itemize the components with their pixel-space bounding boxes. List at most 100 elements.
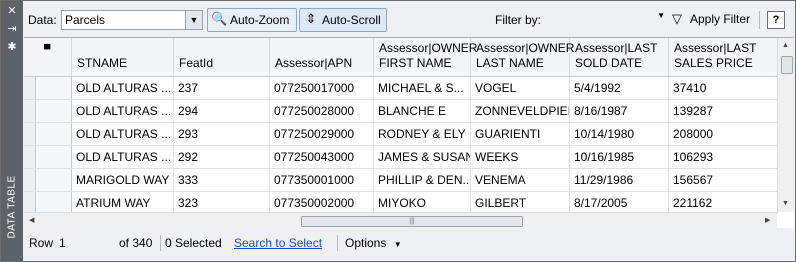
cell-last-sold-date[interactable]: 5/4/1992	[570, 77, 669, 99]
cell-owner-first-name[interactable]: RODNEY & ELY	[374, 123, 471, 145]
chevron-down-icon: ▼	[393, 240, 402, 249]
cell-last-sales-price[interactable]: 106293	[669, 146, 778, 168]
funnel-icon: ▽	[672, 11, 682, 26]
cell-stname[interactable]: MARIGOLD WAY	[72, 169, 174, 191]
cell-featid[interactable]: 293	[174, 123, 270, 145]
cell-owner-last-name[interactable]: VOGEL	[471, 77, 570, 99]
table-row[interactable]: OLD ALTURAS ... 293 077250029000 RODNEY …	[24, 123, 778, 146]
cell-owner-last-name[interactable]: WEEKS	[471, 146, 570, 168]
cell-apn[interactable]: 077350002000	[270, 192, 374, 214]
row-header[interactable]	[24, 100, 36, 122]
row-number-input[interactable]: 1	[57, 234, 109, 250]
column-header-last-sold-date[interactable]: Assessor|LAST SOLD DATE	[570, 38, 669, 76]
cell-last-sold-date[interactable]: 8/16/1987	[570, 100, 669, 122]
row-header[interactable]	[24, 146, 36, 168]
vertical-scroll-thumb[interactable]	[781, 56, 793, 74]
cell-featid[interactable]: 292	[174, 146, 270, 168]
cell-last-sales-price[interactable]: 156567	[669, 169, 778, 191]
filter-dropdown[interactable]: ▼	[569, 11, 665, 27]
vertical-scrollbar[interactable]: ▲ ▼	[777, 38, 795, 212]
horizontal-scroll-thumb[interactable]: |||	[301, 216, 523, 227]
cell-owner-last-name[interactable]: VENEMA	[471, 169, 570, 191]
status-divider	[160, 235, 161, 251]
cell-owner-last-name[interactable]: GILBERT	[471, 192, 570, 214]
cell-stname[interactable]: OLD ALTURAS ...	[72, 146, 174, 168]
search-to-select-link[interactable]: Search to Select	[234, 236, 322, 250]
cell-stname[interactable]: OLD ALTURAS ...	[72, 100, 174, 122]
status-divider	[337, 235, 338, 251]
table-row[interactable]: OLD ALTURAS ... 292 077250043000 JAMES &…	[24, 146, 778, 169]
cell-last-sold-date[interactable]: 10/14/1980	[570, 123, 669, 145]
column-header-owner-first-name[interactable]: Assessor|OWNER FIRST NAME	[374, 38, 477, 76]
status-bar: Row 1 of 340 0 Selected Search to Select…	[24, 230, 794, 256]
auto-scroll-button[interactable]: ⇕ Auto-Scroll	[299, 8, 387, 32]
data-table-window: ✕ ⇥ ✱ DATA TABLE Data: Parcels ▼ 🔍 Auto-…	[0, 0, 796, 262]
auto-hide-icon[interactable]: ⇥	[6, 23, 18, 35]
row-header[interactable]	[24, 123, 36, 145]
row-header[interactable]	[24, 77, 36, 99]
magnifier-icon: 🔍	[211, 11, 228, 26]
cell-last-sales-price[interactable]: 139287	[669, 100, 778, 122]
toolbar: Data: Parcels ▼ 🔍 Auto-Zoom ⇕ Auto-Scrol…	[24, 5, 794, 33]
cell-owner-last-name[interactable]: ZONNEVELDPIEK	[471, 100, 570, 122]
cell-last-sold-date[interactable]: 10/16/1985	[570, 146, 669, 168]
palette-title: DATA TABLE	[6, 175, 18, 239]
column-header-owner-last-name[interactable]: Assessor|OWNER LAST NAME	[471, 38, 574, 76]
sort-icon: ▀	[44, 44, 51, 54]
cell-last-sold-date[interactable]: 11/29/1986	[570, 169, 669, 191]
cell-featid[interactable]: 237	[174, 77, 270, 99]
help-button[interactable]: ?	[767, 11, 785, 29]
scroll-down-icon[interactable]: ▼	[782, 200, 789, 207]
cell-stname[interactable]: OLD ALTURAS ...	[72, 77, 174, 99]
cell-owner-first-name[interactable]: MIYOKO	[374, 192, 471, 214]
cell-apn[interactable]: 077250017000	[270, 77, 374, 99]
cell-featid[interactable]: 294	[174, 100, 270, 122]
cell-last-sales-price[interactable]: 37410	[669, 77, 778, 99]
data-source-dropdown[interactable]: Parcels ▼	[61, 10, 203, 30]
select-all-corner[interactable]: ▀	[24, 38, 72, 76]
scroll-icon: ⇕	[305, 11, 317, 26]
row-label: Row	[29, 236, 54, 250]
table-row[interactable]: OLD ALTURAS ... 294 077250028000 BLANCHE…	[24, 100, 778, 123]
cell-last-sales-price[interactable]: 221162	[669, 192, 778, 214]
cell-owner-first-name[interactable]: BLANCHE E	[374, 100, 471, 122]
column-header-stname[interactable]: STNAME	[72, 38, 174, 76]
horizontal-scrollbar[interactable]: ◀ ||| ▶	[24, 212, 777, 229]
row-header[interactable]	[24, 192, 36, 214]
cell-owner-first-name[interactable]: JAMES & SUSAN	[374, 146, 471, 168]
auto-zoom-button[interactable]: 🔍 Auto-Zoom	[207, 8, 297, 32]
row-header[interactable]	[24, 169, 36, 191]
cell-last-sales-price[interactable]: 208000	[669, 123, 778, 145]
cell-apn[interactable]: 077250029000	[270, 123, 374, 145]
cell-featid[interactable]: 323	[174, 192, 270, 214]
column-header-featid[interactable]: FeatId	[174, 38, 270, 76]
palette-side-strip: ✕ ⇥ ✱ DATA TABLE	[1, 1, 23, 261]
column-header-last-sales-price[interactable]: Assessor|LAST SALES PRICE	[669, 38, 778, 76]
cell-owner-first-name[interactable]: MICHAEL & S...	[374, 77, 471, 99]
cell-stname[interactable]: ATRIUM WAY	[72, 192, 174, 214]
close-icon[interactable]: ✕	[6, 5, 18, 17]
cell-owner-first-name[interactable]: PHILLIP & DEN...	[374, 169, 471, 191]
scroll-up-icon[interactable]: ▲	[782, 42, 789, 49]
cell-owner-last-name[interactable]: GUARIENTI	[471, 123, 570, 145]
column-header-apn[interactable]: Assessor|APN	[270, 38, 374, 76]
row-indicator	[36, 77, 72, 99]
scroll-right-icon[interactable]: ▶	[765, 216, 770, 224]
scroll-left-icon[interactable]: ◀	[29, 216, 34, 224]
table-row[interactable]: MARIGOLD WAY 333 077350001000 PHILLIP & …	[24, 169, 778, 192]
settings-icon[interactable]: ✱	[6, 41, 18, 53]
table-row[interactable]: OLD ALTURAS ... 237 077250017000 MICHAEL…	[24, 77, 778, 100]
cell-last-sold-date[interactable]: 8/17/2005	[570, 192, 669, 214]
cell-stname[interactable]: OLD ALTURAS ...	[72, 123, 174, 145]
row-count: of 340	[119, 236, 153, 250]
chevron-down-icon[interactable]: ▼	[185, 11, 202, 29]
chevron-down-icon[interactable]: ▼	[657, 11, 665, 20]
data-grid: ▀ STNAME FeatId Assessor|APN Assessor|OW…	[24, 37, 795, 229]
cell-featid[interactable]: 333	[174, 169, 270, 191]
cell-apn[interactable]: 077250043000	[270, 146, 374, 168]
cell-apn[interactable]: 077250028000	[270, 100, 374, 122]
cell-apn[interactable]: 077350001000	[270, 169, 374, 191]
options-menu-button[interactable]: Options ▼	[345, 236, 402, 250]
row-indicator	[36, 169, 72, 191]
data-source-value: Parcels	[65, 13, 106, 27]
